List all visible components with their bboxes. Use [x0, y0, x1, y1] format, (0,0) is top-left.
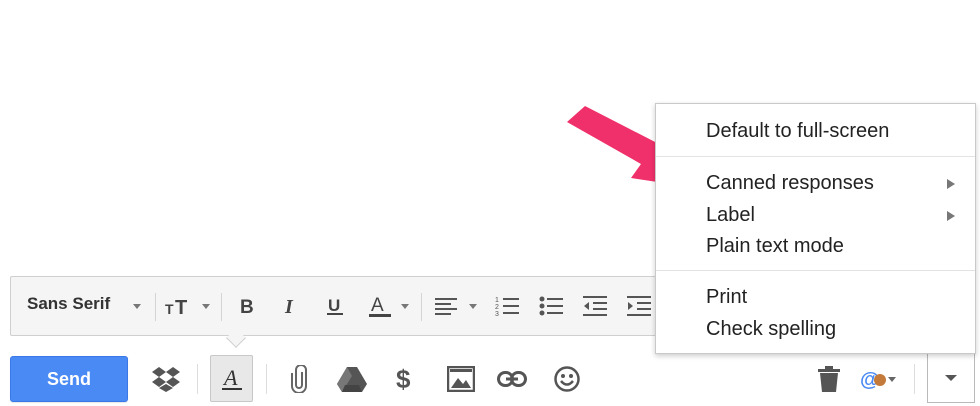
- numbered-list-icon[interactable]: 123: [493, 287, 521, 325]
- divider: [266, 364, 267, 394]
- divider: [421, 293, 422, 321]
- underline-icon[interactable]: U: [323, 287, 347, 325]
- chevron-down-icon[interactable]: [401, 304, 409, 309]
- menu-item-label[interactable]: Label: [706, 204, 755, 227]
- divider: [914, 364, 915, 394]
- formatting-options-button[interactable]: A: [210, 355, 253, 402]
- photo-icon[interactable]: [444, 358, 478, 400]
- formatting-icon: A: [221, 366, 242, 390]
- divider: [221, 293, 222, 321]
- svg-text:B: B: [240, 297, 254, 315]
- toolbar-pointer: [226, 328, 246, 348]
- italic-icon[interactable]: I: [279, 287, 303, 325]
- more-options-menu: Default to full-screen Canned responses …: [655, 103, 976, 354]
- money-icon[interactable]: $: [390, 358, 420, 400]
- indent-more-icon[interactable]: [625, 287, 653, 325]
- align-icon[interactable]: [433, 287, 459, 325]
- dropbox-icon[interactable]: [148, 358, 184, 400]
- divider: [155, 293, 156, 321]
- svg-text:T: T: [165, 301, 174, 316]
- svg-text:A: A: [222, 366, 238, 390]
- more-options-icon: [945, 375, 957, 381]
- divider: [197, 364, 198, 394]
- menu-item-check-spelling[interactable]: Check spelling: [706, 318, 836, 341]
- svg-text:A: A: [371, 295, 384, 316]
- svg-text:I: I: [284, 297, 294, 315]
- font-size-icon[interactable]: TT: [164, 287, 192, 325]
- chevron-down-icon[interactable]: [133, 304, 141, 309]
- menu-divider: [656, 156, 975, 157]
- svg-text:U: U: [328, 296, 340, 315]
- menu-item-canned-responses[interactable]: Canned responses: [706, 172, 874, 195]
- svg-text:2: 2: [495, 304, 499, 311]
- menu-divider: [656, 270, 975, 271]
- menu-item-plain-text-mode[interactable]: Plain text mode: [706, 235, 844, 258]
- attach-icon[interactable]: [284, 358, 314, 400]
- indent-less-icon[interactable]: [581, 287, 609, 325]
- link-icon[interactable]: [494, 358, 530, 400]
- menu-item-print[interactable]: Print: [706, 286, 747, 309]
- emoji-icon[interactable]: [550, 358, 584, 400]
- chevron-down-icon[interactable]: [469, 304, 477, 309]
- text-color-icon[interactable]: A: [367, 287, 393, 325]
- svg-text:$: $: [396, 365, 411, 393]
- menu-item-default-full-screen[interactable]: Default to full-screen: [706, 120, 889, 143]
- bold-icon[interactable]: B: [235, 287, 259, 325]
- svg-text:T: T: [175, 297, 187, 316]
- svg-text:1: 1: [495, 297, 499, 304]
- signature-icon[interactable]: @: [858, 358, 900, 400]
- chevron-down-icon[interactable]: [202, 304, 210, 309]
- submenu-arrow-icon: [947, 211, 955, 221]
- more-options-button[interactable]: [927, 353, 975, 403]
- svg-text:3: 3: [495, 311, 499, 317]
- bulleted-list-icon[interactable]: [537, 287, 565, 325]
- send-button[interactable]: Send: [10, 356, 128, 402]
- drive-icon[interactable]: [334, 358, 370, 400]
- formatting-toolbar: Sans Serif TT B I U A 123: [10, 276, 670, 348]
- trash-icon[interactable]: [814, 358, 844, 400]
- submenu-arrow-icon: [947, 179, 955, 189]
- font-family-select[interactable]: Sans Serif: [27, 294, 110, 314]
